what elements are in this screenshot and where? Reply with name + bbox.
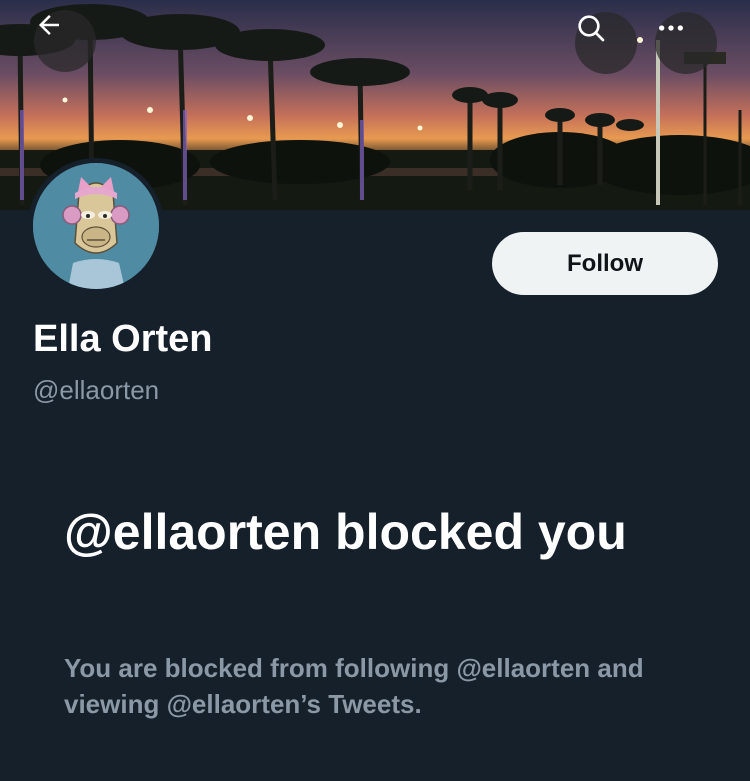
more-horizontal-icon	[659, 25, 683, 31]
avatar-image	[33, 163, 159, 289]
display-name: Ella Orten	[33, 318, 213, 360]
search-icon	[578, 15, 605, 42]
follow-button[interactable]: Follow	[492, 232, 718, 295]
arrow-left-icon	[39, 15, 59, 35]
follow-button-label: Follow	[567, 249, 643, 277]
more-options-button[interactable]	[655, 12, 717, 74]
back-button[interactable]	[34, 10, 96, 72]
search-button[interactable]	[575, 12, 637, 74]
user-handle: @ellaorten	[33, 375, 160, 405]
blocked-title: @ellaorten blocked you	[64, 504, 627, 560]
avatar[interactable]	[28, 158, 164, 294]
blocked-description: You are blocked from following @ellaorte…	[64, 653, 644, 719]
